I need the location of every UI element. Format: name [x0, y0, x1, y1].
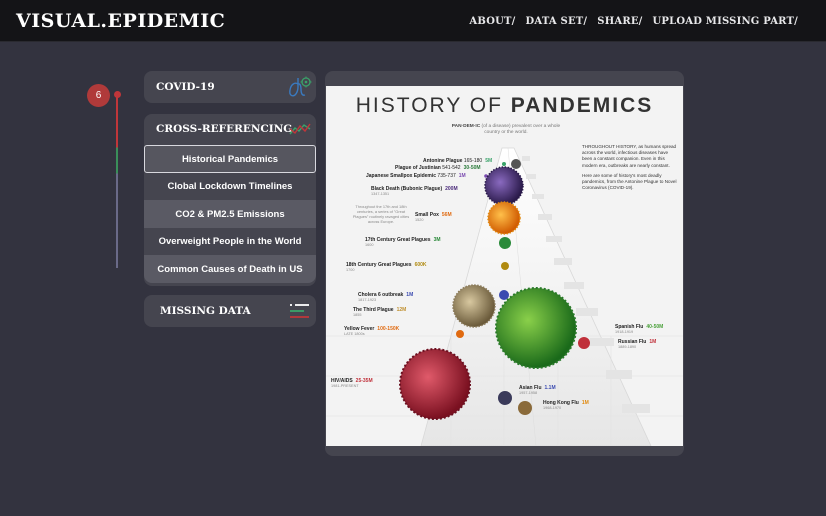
step-badge: 6: [87, 84, 110, 107]
nav-data-set[interactable]: DATA SET/: [526, 16, 588, 27]
cross-referencing-card: CROSS-REFERENCING Historical Pandemics C…: [144, 114, 316, 286]
app-logo[interactable]: VISUAL.EPIDEMIC: [16, 10, 225, 32]
pandemic-label: Black Death (Bubonic Plague) 200M 1347-135…: [371, 186, 458, 196]
pandemic-label: 18th Century Great Plagues 600K 1700: [346, 262, 427, 272]
pandemic-label: Plague of Justinian 541-542 30-50M: [395, 165, 481, 171]
nav-about[interactable]: ABOUT/: [469, 16, 515, 27]
poster-definition: PAN·DEM·IC (of a disease) prevalent over…: [451, 124, 561, 136]
cross-referencing-title: CROSS-REFERENCING: [156, 123, 293, 135]
progress-rail: [116, 96, 118, 268]
poster-intro: THROUGHOUT HISTORY, as humans spread acr…: [582, 144, 677, 191]
covid-card-title: COVID-19: [156, 81, 215, 93]
nav-share[interactable]: SHARE/: [597, 16, 642, 27]
sidebar-item-co2-pm25-emissions[interactable]: CO2 & PM2.5 Emissions: [144, 200, 316, 228]
pandemic-label: Hong Kong Flu 1M 1968-1970: [543, 400, 589, 410]
pandemics-infographic[interactable]: HISTORY OF PANDEMICS PAN·DEM·IC (of a di…: [326, 86, 683, 446]
lungs-virus-icon: [289, 76, 312, 97]
missing-data-card[interactable]: MISSING DATA: [144, 295, 316, 327]
sidebar-item-global-lockdown-timelines[interactable]: Clobal Lockdown Timelines: [144, 172, 316, 200]
trend-lines-icon: [289, 123, 311, 135]
poster-title: HISTORY OF PANDEMICS: [355, 94, 654, 117]
pandemic-label: HIV/AIDS 25-35M 1981-PRESENT: [331, 378, 373, 388]
list-lines-icon: [290, 304, 309, 318]
pandemic-label: Asian Flu 1.1M 1957-1958: [519, 385, 556, 395]
pandemic-label: Spanish Flu 40-50M 1918-1919: [615, 324, 664, 334]
poster-side-note: Throughout the 17th and 18th centuries, …: [352, 204, 410, 225]
pandemic-label: The Third Plague 12M 1855: [353, 307, 407, 317]
pandemic-label: Cholera 6 outbreak 1M 1817-1923: [358, 292, 414, 302]
sidebar-item-common-causes-of-death[interactable]: Common Causes of Death in US: [144, 255, 316, 283]
pandemic-label: Japanese Smallpox Epidemic 735-737 1M: [366, 173, 466, 179]
pandemic-label: Russian Flu 1M 1889-1890: [618, 339, 657, 349]
top-nav: ABOUT/ DATA SET/ SHARE/ UPLOAD MISSING P…: [469, 16, 798, 27]
missing-data-title: MISSING DATA: [160, 305, 251, 317]
pandemic-label: Small Pox 56M 1520: [415, 212, 452, 222]
pandemic-label: 17th Century Great Plagues 3M 1600: [365, 237, 441, 247]
sidebar-item-overweight-people[interactable]: Overweight People in the World: [144, 227, 316, 255]
sidebar-item-historical-pandemics[interactable]: Historical Pandemics: [144, 145, 316, 173]
pandemic-label: Antonine Plague 165-180 5M: [423, 158, 493, 164]
nav-upload-missing-part[interactable]: UPLOAD MISSING PART/: [653, 16, 798, 27]
covid-card[interactable]: COVID-19: [144, 71, 316, 103]
pandemic-label: Yellow Fever 100-150K LATE 1800s: [344, 326, 400, 336]
top-bar: VISUAL.EPIDEMIC ABOUT/ DATA SET/ SHARE/ …: [0, 0, 826, 42]
